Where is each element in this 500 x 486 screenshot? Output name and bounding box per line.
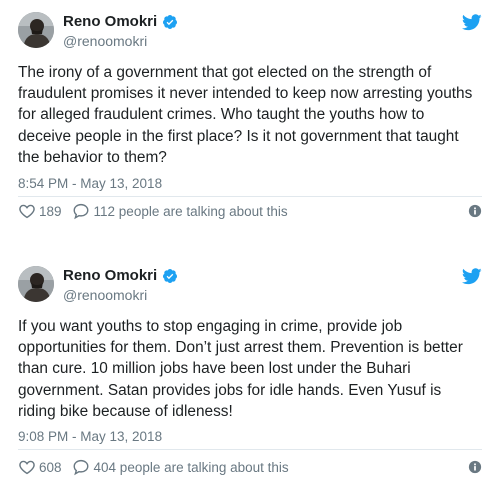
author-name[interactable]: Reno Omokri <box>63 267 157 284</box>
heart-icon[interactable] <box>18 202 36 220</box>
like-count[interactable]: 608 <box>39 460 62 475</box>
author-handle[interactable]: @renoomokri <box>63 33 147 49</box>
like-count[interactable]: 189 <box>39 204 62 219</box>
tweet-timestamp[interactable]: 8:54 PM - May 13, 2018 <box>18 176 162 191</box>
avatar[interactable] <box>18 12 54 48</box>
tweet-text: The irony of a government that got elect… <box>18 64 473 166</box>
author-handle[interactable]: @renoomokri <box>63 287 147 303</box>
tweet-card: Reno Omokri @renoomokri If you want yout… <box>0 254 500 486</box>
avatar[interactable] <box>18 266 54 302</box>
divider <box>18 196 482 197</box>
tweet-actions: 608 404 people are talking about this <box>18 458 482 476</box>
heart-icon[interactable] <box>18 458 36 476</box>
author-row: Reno Omokri <box>63 267 178 284</box>
author-name[interactable]: Reno Omokri <box>63 13 157 30</box>
tweet-card: Reno Omokri @renoomokri The irony of a g… <box>0 0 500 236</box>
verified-badge-icon <box>163 268 178 283</box>
talking-about-link[interactable]: 404 people are talking about this <box>94 460 289 475</box>
tweet-actions: 189 112 people are talking about this <box>18 202 482 220</box>
tweet-separator <box>0 236 500 254</box>
author-row: Reno Omokri <box>63 13 178 30</box>
info-icon[interactable] <box>468 204 482 218</box>
divider <box>18 449 482 450</box>
tweet-timestamp[interactable]: 9:08 PM - May 13, 2018 <box>18 429 162 444</box>
tweet-text: If you want youths to stop engaging in c… <box>18 318 463 420</box>
twitter-bird-icon[interactable] <box>462 268 482 285</box>
comment-bubble-icon[interactable] <box>72 202 90 220</box>
twitter-bird-icon[interactable] <box>462 14 482 31</box>
comment-bubble-icon[interactable] <box>72 458 90 476</box>
info-icon[interactable] <box>468 460 482 474</box>
verified-badge-icon <box>163 14 178 29</box>
talking-about-link[interactable]: 112 people are talking about this <box>94 204 288 219</box>
